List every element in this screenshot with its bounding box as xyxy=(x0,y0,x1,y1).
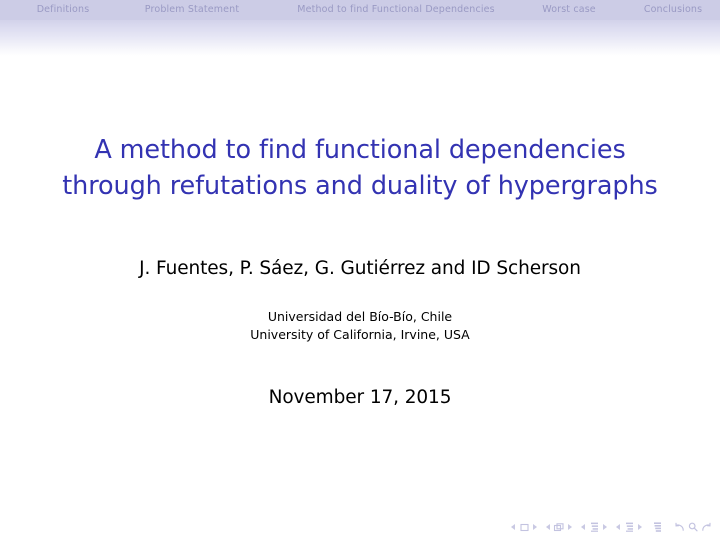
presentation-date: November 17, 2015 xyxy=(268,387,452,408)
presentation-slide: Definitions Problem Statement Method to fi… xyxy=(0,0,720,541)
prev-subsection-icon[interactable] xyxy=(581,524,585,530)
section-icon[interactable] xyxy=(623,521,636,534)
forward-arrow-icon[interactable] xyxy=(699,521,712,534)
presentation-title: A method to find functional dependencies… xyxy=(0,132,720,204)
next-frame-icon[interactable] xyxy=(568,524,572,530)
section-navigation-group xyxy=(616,521,642,534)
institute-line-2: University of California, Irvine, USA xyxy=(250,327,470,342)
author-list: J. Fuentes, P. Sáez, G. Gutiérrez and ID… xyxy=(139,258,581,279)
history-navigation-group xyxy=(673,521,712,534)
subsection-icon[interactable] xyxy=(588,521,601,534)
beamer-navigation-symbols xyxy=(511,519,712,535)
institute-line-1: Universidad del Bío-Bío, Chile xyxy=(267,309,453,324)
nav-item-method-to-find-functional-dependencies[interactable]: Method to find Functional Dependencies xyxy=(270,0,522,20)
document-icon[interactable] xyxy=(651,521,664,534)
back-arrow-icon[interactable] xyxy=(673,521,686,534)
next-section-icon[interactable] xyxy=(638,524,642,530)
navbar-gradient-fade xyxy=(0,20,720,56)
search-icon[interactable] xyxy=(686,521,699,534)
slide-navigation-group xyxy=(511,521,537,534)
nav-item-conclusions[interactable]: Conclusions xyxy=(633,0,713,20)
title-line-2: through refutations and duality of hyper… xyxy=(62,171,658,201)
frame-navigation-group xyxy=(546,521,572,534)
nav-item-problem-statement[interactable]: Problem Statement xyxy=(122,0,262,20)
document-navigation-group xyxy=(651,521,664,534)
prev-slide-icon[interactable] xyxy=(511,524,515,530)
subsection-navigation-group xyxy=(581,521,607,534)
next-slide-icon[interactable] xyxy=(533,524,537,530)
nav-item-definitions[interactable]: Definitions xyxy=(17,0,109,20)
prev-section-icon[interactable] xyxy=(616,524,620,530)
prev-frame-icon[interactable] xyxy=(546,524,550,530)
section-navigation-bar: Definitions Problem Statement Method to fi… xyxy=(0,0,720,20)
title-line-1: A method to find functional dependencies xyxy=(94,135,626,165)
nav-item-worst-case[interactable]: Worst case xyxy=(528,0,610,20)
frame-icon[interactable] xyxy=(553,521,566,534)
institute-block: Universidad del Bío-Bío, Chile Universit… xyxy=(0,308,720,344)
slide-icon[interactable] xyxy=(518,521,531,534)
next-subsection-icon[interactable] xyxy=(603,524,607,530)
